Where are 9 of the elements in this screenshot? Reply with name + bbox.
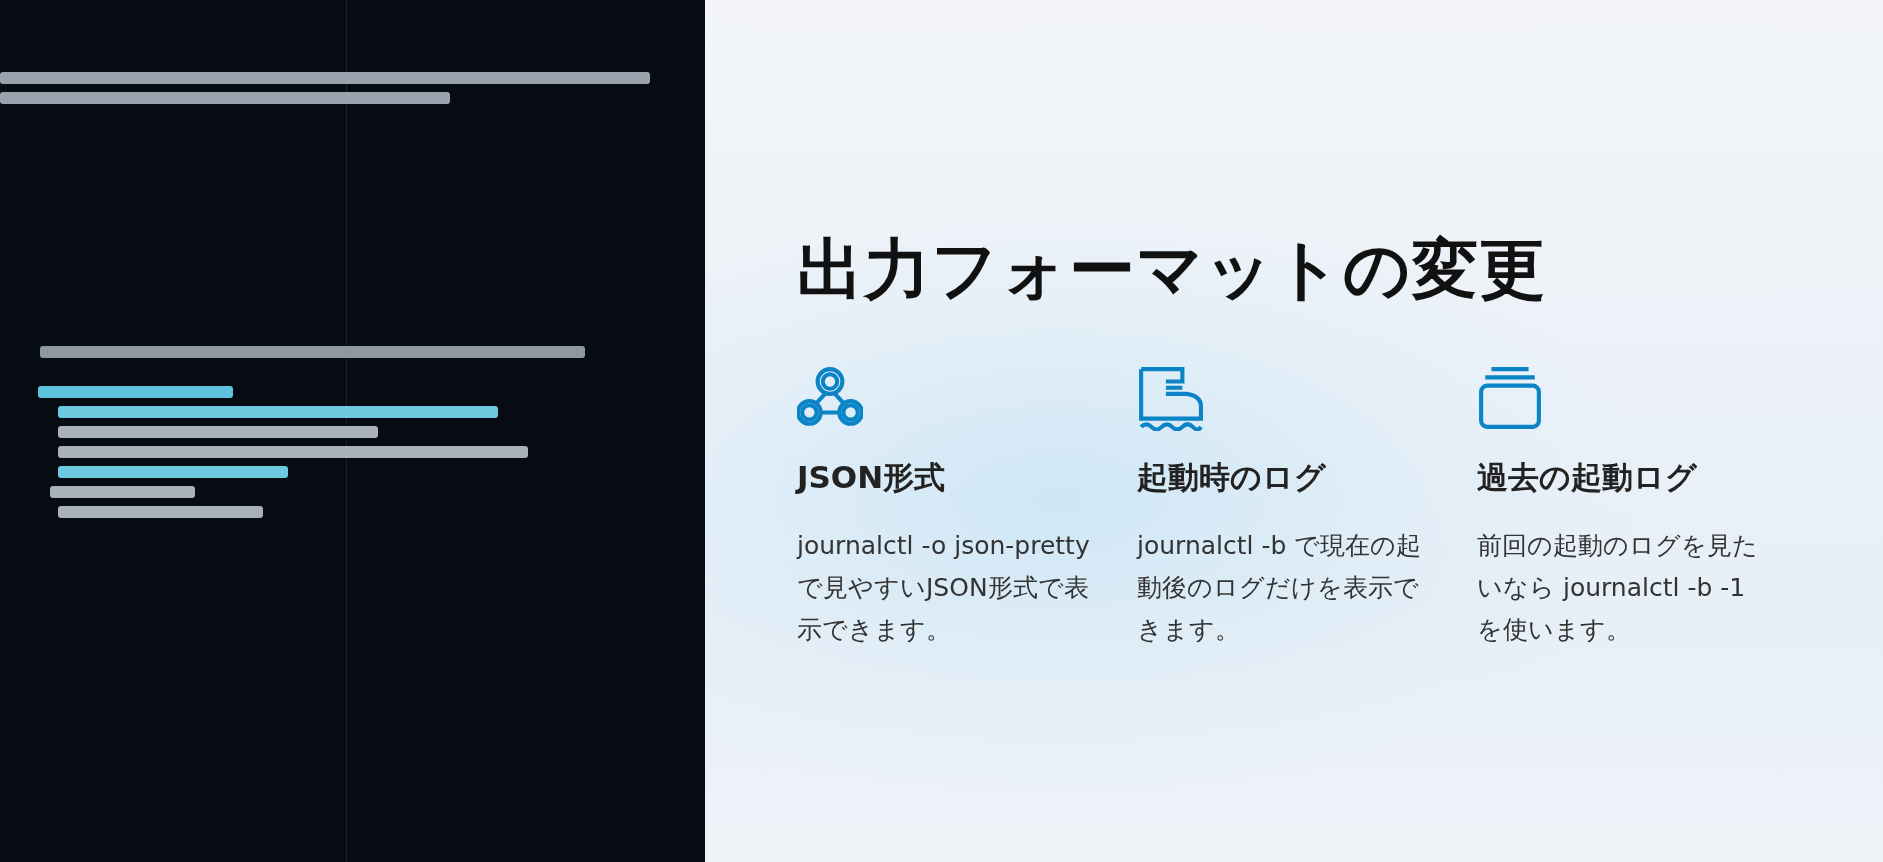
feature-heading: 過去の起動ログ [1477, 458, 1698, 497]
boot-icon [1137, 365, 1203, 431]
feature-heading: JSON形式 [797, 458, 947, 497]
feature-heading: 起動時のログ [1137, 458, 1327, 497]
feature-description: 前回の起動のログを見たいなら journalctl -b -1 を使います。 [1477, 530, 1759, 646]
slide-title: 出力フォーマットの変更 [797, 230, 1547, 310]
stack-icon [1477, 365, 1543, 431]
feature-description: journalctl -o json-pretty で見やすいJSON形式で表示できます。 [797, 530, 1091, 646]
feature-description: journalctl -b で現在の起動後のログだけを表示できます。 [1137, 530, 1423, 646]
